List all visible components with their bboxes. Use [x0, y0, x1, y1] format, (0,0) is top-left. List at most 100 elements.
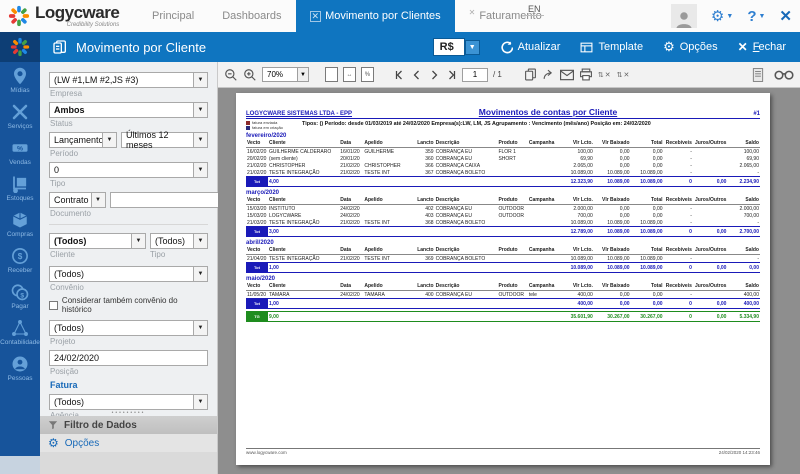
cell: -: [727, 219, 760, 227]
options-button[interactable]: ⚙ Opções: [663, 39, 718, 55]
sidebar-item-pessoas[interactable]: Pessoas: [0, 350, 40, 386]
status-select[interactable]: Ambos▼: [49, 102, 208, 118]
periodo-range-select[interactable]: Últimos 12 meses▼: [121, 132, 208, 148]
viewer-canvas[interactable]: LOGYCWARE SISTEMAS LTDA - EPP Movimentos…: [218, 88, 800, 474]
empresa-select[interactable]: (LW #1,LM #2,JS #3)▼: [49, 72, 208, 88]
tipo-select[interactable]: 0▼: [49, 162, 208, 178]
total-tag: TG: [246, 312, 268, 322]
column-header: Apelido: [363, 140, 413, 148]
page-actual-size-icon[interactable]: [325, 67, 338, 82]
export-icon[interactable]: [542, 68, 555, 81]
select-value: (LW #1,LM #2,JS #3): [54, 75, 138, 85]
cell: 0,00: [594, 205, 631, 213]
refresh-icon: [500, 41, 513, 54]
opcoes-bar[interactable]: ⚙ Opções: [40, 434, 217, 452]
total-tag: Tot: [246, 177, 268, 187]
cell: 359: [414, 148, 435, 156]
cell: 21/02/20: [339, 169, 363, 177]
language-indicator[interactable]: EN: [525, 4, 544, 16]
cell: [497, 219, 527, 227]
email-icon[interactable]: [560, 69, 574, 81]
tab-close-icon[interactable]: ✕: [310, 11, 322, 22]
zoom-level-select[interactable]: 70% ▼: [262, 67, 309, 82]
tab-principal[interactable]: Principal: [138, 0, 208, 32]
sidebar-item-vendas[interactable]: %Vendas: [0, 134, 40, 170]
tab-close-icon[interactable]: ✕: [469, 8, 476, 17]
documento-type-select[interactable]: Contrato▼: [49, 192, 106, 208]
page-percent-icon[interactable]: %: [361, 67, 374, 82]
sidebar-item-label: Estoques: [6, 195, 33, 202]
total-value: 0,00: [727, 263, 760, 273]
cell: COBRANÇA BOLETO: [435, 255, 498, 263]
projeto-select[interactable]: (Todos)▼: [49, 320, 208, 336]
sidebar-item-compras[interactable]: Compras: [0, 206, 40, 242]
chevron-down-icon: ▼: [726, 13, 733, 20]
cell: 2.000,00: [727, 205, 760, 213]
total-value: 0: [664, 312, 693, 322]
zoom-out-icon[interactable]: [224, 68, 238, 82]
watermark-remove-icon[interactable]: ⇅✕: [617, 71, 631, 79]
copy-icon[interactable]: [524, 68, 537, 81]
first-page-icon[interactable]: [394, 69, 406, 81]
posicao-input[interactable]: [49, 350, 208, 366]
column-header: Recebíveis: [664, 140, 693, 148]
page-number-input[interactable]: [462, 68, 488, 82]
help-icon[interactable]: ?▼: [747, 8, 765, 25]
column-header: Produto: [497, 140, 527, 148]
chevron-down-icon: ▼: [193, 133, 207, 147]
page-fit-width-icon[interactable]: ↔: [343, 67, 356, 82]
cell: [528, 169, 557, 177]
settings-gear-icon[interactable]: ⚙▼: [711, 7, 733, 25]
filtro-de-dados-bar[interactable]: Filtro de Dados: [40, 416, 217, 434]
vendas-icon: %: [11, 139, 29, 157]
agencia-select[interactable]: (Todos)▼: [49, 394, 208, 410]
column-header: Data: [339, 247, 363, 255]
close-report-button[interactable]: ✕ Fechar: [738, 40, 786, 54]
cell: 368: [414, 219, 435, 227]
cell: [693, 205, 728, 213]
sidebar-item-pagar[interactable]: $Pagar: [0, 278, 40, 314]
column-header: Saldo: [727, 140, 760, 148]
sidebar-item-midias[interactable]: Mídias: [0, 62, 40, 98]
midias-icon: [11, 67, 29, 85]
convenio-select[interactable]: (Todos)▼: [49, 266, 208, 282]
tab-movimento-por-clientes[interactable]: ✕Movimento por Clientes: [296, 0, 455, 32]
zoom-in-icon[interactable]: [243, 68, 257, 82]
data-row: 21/02/20CHRISTOPHER21/02/20CHRISTOPHER36…: [246, 162, 760, 169]
refresh-button[interactable]: Atualizar: [500, 41, 561, 54]
print-icon[interactable]: [579, 68, 593, 81]
watermark-edit-icon[interactable]: ⇅✕: [598, 71, 612, 79]
periodo-mode-select[interactable]: Lançamento▼: [49, 132, 117, 148]
report-footer-datetime: 24/02/2020 14:23:46: [719, 450, 760, 455]
sidebar-item-estoques[interactable]: Estoques: [0, 170, 40, 206]
chevron-down-icon[interactable]: ▼: [465, 40, 480, 55]
cliente-select[interactable]: (Todos)▼: [49, 233, 146, 249]
sidebar-item-receber[interactable]: $Receber: [0, 242, 40, 278]
cell: 700,00: [557, 212, 594, 219]
sidebar-item-servicos[interactable]: Serviços: [0, 98, 40, 134]
sidebar-logo-icon[interactable]: [0, 32, 40, 62]
previous-page-icon[interactable]: [411, 69, 423, 81]
app-close-icon[interactable]: ✕: [779, 7, 792, 25]
user-avatar-icon[interactable]: [671, 4, 697, 28]
currency-select[interactable]: R$ ▼: [433, 38, 480, 56]
last-page-icon[interactable]: [445, 69, 457, 81]
tipo-select[interactable]: (Todos)▼: [150, 233, 208, 249]
sidebar-footer: [0, 456, 40, 474]
next-page-icon[interactable]: [428, 69, 440, 81]
total-value: 400,00: [557, 299, 594, 309]
column-header: Campanha: [528, 247, 557, 255]
cell: 700,00: [727, 212, 760, 219]
checkbox-considerar-tambem-co[interactable]: Considerar também convênio do histórico: [49, 296, 208, 314]
documento-input[interactable]: [110, 192, 233, 208]
sidebar-item-label: Serviços: [8, 123, 33, 130]
select-value: (Todos): [54, 397, 84, 407]
template-button[interactable]: Template: [580, 41, 643, 54]
search-binoculars-icon[interactable]: [774, 68, 794, 81]
column-header: Produto: [497, 197, 527, 205]
total-value: 0: [664, 177, 693, 187]
cell: 21/02/20: [246, 162, 268, 169]
tab-dashboards[interactable]: Dashboards: [208, 0, 295, 32]
sidebar-item-contabilidade[interactable]: Contabilidade: [0, 314, 40, 350]
thumbnails-icon[interactable]: [752, 68, 764, 82]
